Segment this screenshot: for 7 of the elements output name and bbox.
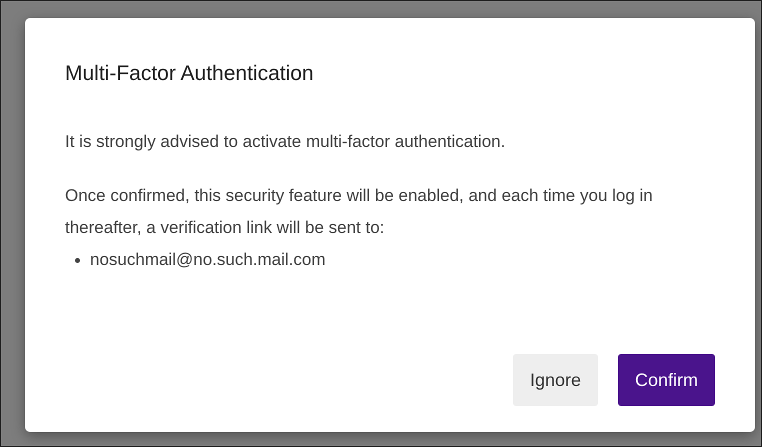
dialog-text: It is strongly advised to activate multi-factor authentication. bbox=[65, 131, 506, 153]
email-address: nosuchmail@no.such.mail.com bbox=[90, 249, 326, 271]
bullet-icon bbox=[75, 258, 80, 262]
dialog-text: Once confirmed, this security feature will be enabled, and each time you log in thereafter, a verification link will be sent to: bbox=[65, 185, 654, 239]
ignore-button[interactable]: Ignore bbox=[512, 354, 598, 406]
confirm-button[interactable]: Confirm bbox=[618, 354, 715, 406]
dialog-title: Multi-Factor Authentication bbox=[65, 62, 315, 86]
